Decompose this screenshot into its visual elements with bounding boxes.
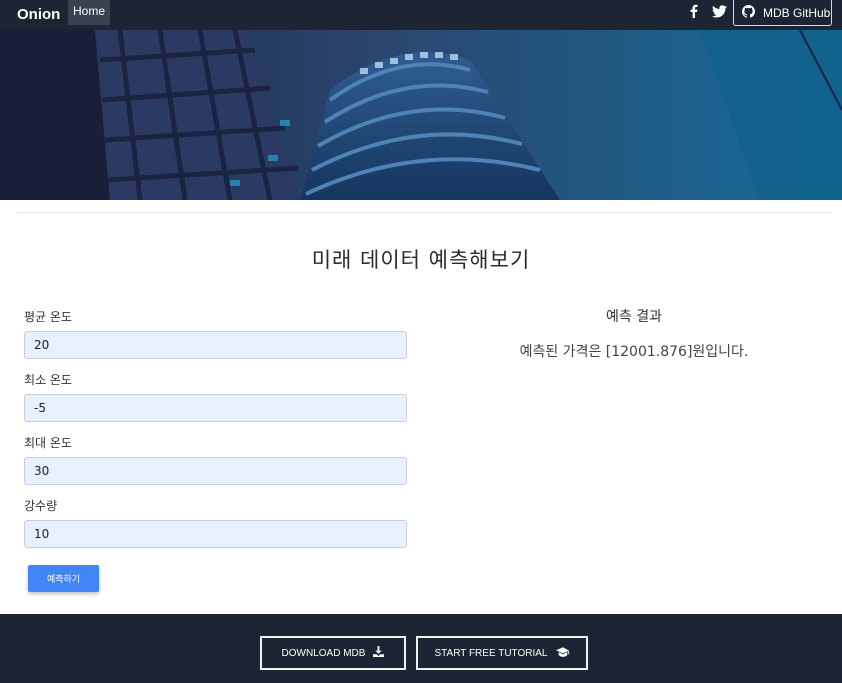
- min-temp-label: 최소 온도: [24, 373, 72, 387]
- graduation-cap-icon: [555, 646, 570, 660]
- result-text: 예측된 가격은 [12001.876]원입니다.: [519, 344, 749, 360]
- top-navbar: Onion Home MDB GitHub: [0, 0, 842, 30]
- max-temp-label: 최대 온도: [24, 436, 72, 450]
- start-tutorial-button[interactable]: START FREE TUTORIAL: [416, 636, 588, 670]
- precipitation-label: 강수량: [24, 499, 58, 513]
- precipitation-input[interactable]: [24, 520, 407, 548]
- facebook-icon[interactable]: [686, 2, 700, 20]
- result-title: 예측 결과: [606, 309, 662, 325]
- download-icon: [373, 646, 385, 660]
- brand-logo[interactable]: Onion: [17, 2, 60, 28]
- section-divider: [17, 212, 832, 213]
- download-label: DOWNLOAD MDB: [281, 647, 366, 659]
- download-mdb-button[interactable]: DOWNLOAD MDB: [260, 636, 406, 670]
- min-temp-input[interactable]: [24, 394, 407, 422]
- predict-button[interactable]: 예측하기: [28, 565, 99, 592]
- github-icon: [742, 4, 755, 21]
- avg-temp-input[interactable]: [24, 331, 407, 359]
- hero-image: [0, 30, 842, 200]
- page-title: 미래 데이터 예측해보기: [311, 248, 531, 272]
- max-temp-input[interactable]: [24, 457, 407, 485]
- twitter-icon[interactable]: [710, 2, 728, 20]
- footer: DOWNLOAD MDB START FREE TUTORIAL: [0, 614, 842, 683]
- github-button[interactable]: MDB GitHub: [733, 0, 832, 26]
- tutorial-label: START FREE TUTORIAL: [434, 647, 548, 659]
- github-label: MDB GitHub: [763, 5, 831, 20]
- nav-home-link[interactable]: Home: [68, 0, 110, 25]
- avg-temp-label: 평균 온도: [24, 310, 72, 324]
